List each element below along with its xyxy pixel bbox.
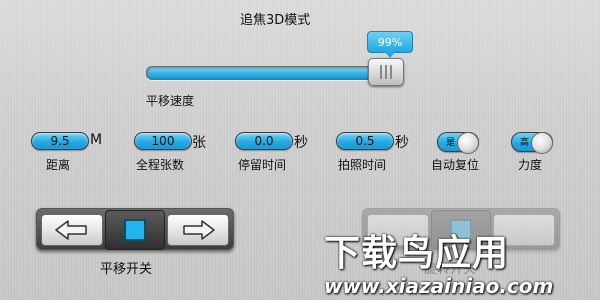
watermark-overlay: 下载鸟应用 www.xiazainiao.com <box>324 224 574 298</box>
shutter-input[interactable]: 0.5 <box>336 132 394 150</box>
pan-switch-label: 平移开关 <box>100 262 153 277</box>
watermark-url-text: www.xiazainiao.com <box>324 274 554 298</box>
auto-reset-state: 是 <box>446 138 456 148</box>
shots-unit: 张 <box>192 135 206 151</box>
speed-value-bubble: 99% <box>367 31 413 58</box>
pan-left-button[interactable] <box>41 214 103 246</box>
shots-input[interactable]: 100 <box>134 132 192 150</box>
grip-line <box>385 65 387 79</box>
auto-reset-label: 自动复位 <box>431 158 480 172</box>
dwell-input[interactable]: 0.0 <box>235 132 293 150</box>
grip-line <box>380 65 382 79</box>
dwell-label: 停留时间 <box>238 158 287 172</box>
shutter-unit: 秒 <box>395 135 409 151</box>
toggle-knob <box>531 132 553 154</box>
auto-reset-toggle[interactable]: 是 <box>437 132 479 154</box>
distance-unit: M <box>90 132 103 148</box>
pan-switch-control <box>36 208 234 250</box>
dwell-unit: 秒 <box>294 135 308 151</box>
pan-stop-button[interactable] <box>105 210 165 250</box>
watermark-main-text: 下载鸟应用 <box>324 233 510 274</box>
speed-label: 平移速度 <box>146 94 195 108</box>
distance-input[interactable]: 9.5 <box>31 132 89 150</box>
arrow-left-icon <box>55 220 87 240</box>
force-label: 力度 <box>518 158 543 172</box>
distance-label: 距离 <box>46 158 71 172</box>
shots-label: 全程张数 <box>136 158 185 172</box>
force-state: 高 <box>520 138 530 148</box>
speed-slider-track[interactable] <box>146 66 402 80</box>
grip-line <box>390 65 392 79</box>
toggle-knob <box>457 132 479 154</box>
speed-slider-handle[interactable] <box>368 58 404 86</box>
arrow-right-icon <box>183 220 215 240</box>
force-toggle[interactable]: 高 <box>511 132 553 154</box>
pan-right-button[interactable] <box>167 214 229 246</box>
shutter-label: 拍照时间 <box>338 158 387 172</box>
stop-square-icon <box>124 219 146 241</box>
mode-title: 追焦3D模式 <box>240 13 311 28</box>
